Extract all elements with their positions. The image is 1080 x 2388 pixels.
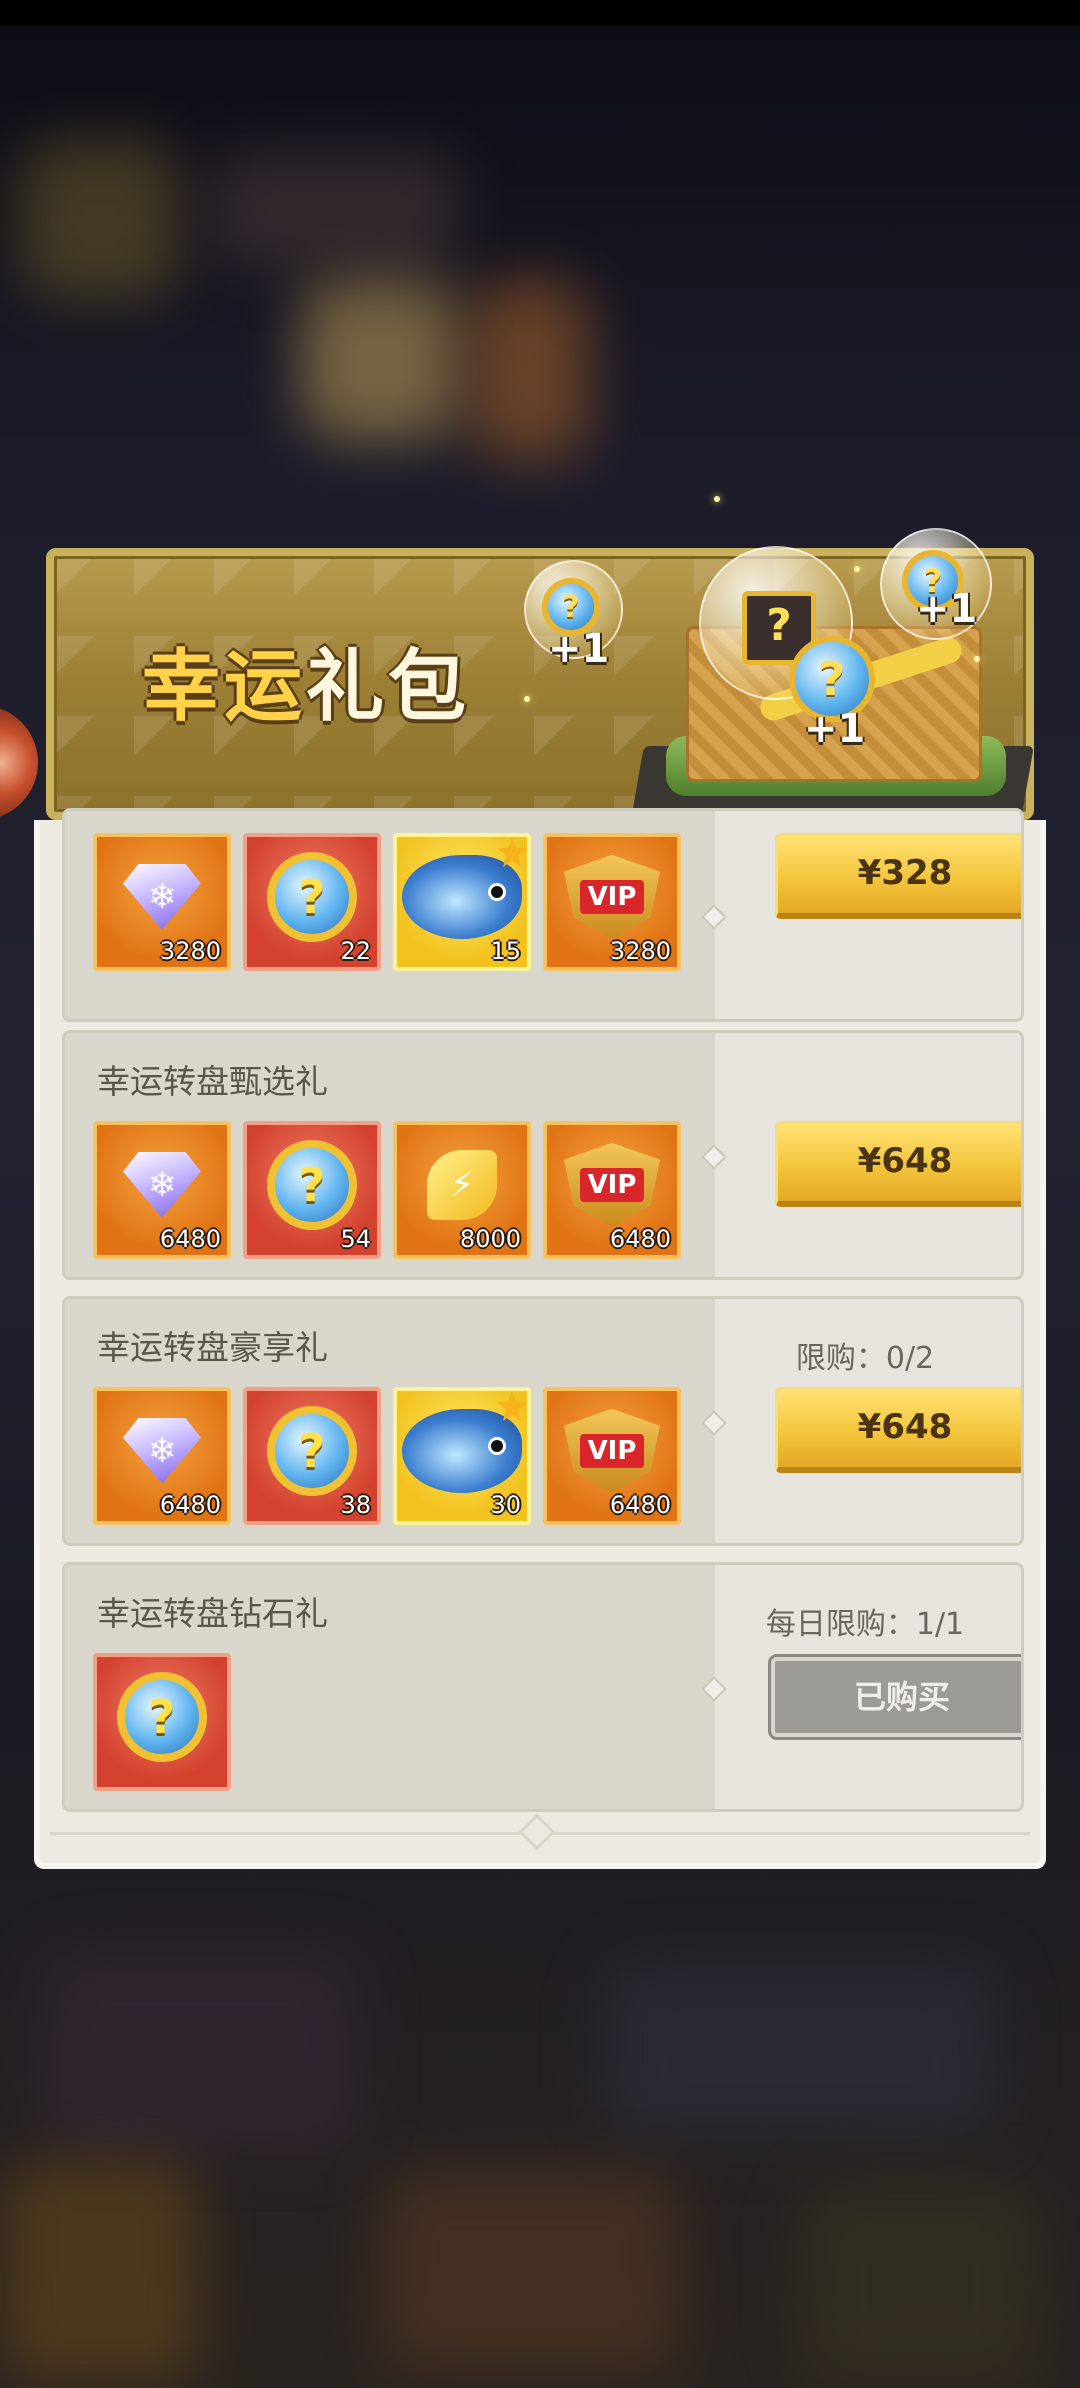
lucky-gift-panel: 幸运礼包 ? ? +1 ? +1 ? +1 ❄ 3280 ? 22 15 VIP… xyxy=(34,496,1046,1869)
reward-item[interactable]: ? 38 xyxy=(243,1387,381,1525)
pack-row: ❄ 3280 ? 22 15 VIP 3280 ¥328 xyxy=(62,808,1024,1022)
reward-item[interactable]: ⚡ 8000 xyxy=(393,1121,531,1259)
plus-one-badge: +1 xyxy=(804,706,866,752)
vip-badge-icon: VIP xyxy=(564,1142,660,1227)
reward-item[interactable]: ? xyxy=(93,1653,231,1791)
purchase-limit: 每日限购：1/1 xyxy=(765,1607,965,1642)
lucky-coin-icon: ? xyxy=(267,1139,357,1230)
lucky-coin-icon: ? xyxy=(117,1671,207,1762)
pack-name: 幸运转盘甄选礼 xyxy=(97,1062,328,1101)
diamond-icon: ❄ xyxy=(123,1151,201,1218)
plus-one-badge: +1 xyxy=(916,586,978,632)
diamond-icon: ❄ xyxy=(123,863,201,930)
fish-pet-icon xyxy=(402,854,522,939)
panel-title: 幸运礼包 xyxy=(142,642,471,732)
reward-item[interactable]: VIP 6480 xyxy=(543,1387,681,1525)
pack-list: ❄ 3280 ? 22 15 VIP 3280 ¥328 幸运转盘甄选礼 ❄ 6… xyxy=(34,808,1046,1869)
buy-button[interactable]: ¥648 xyxy=(775,1121,1021,1207)
panel-header: 幸运礼包 ? ? +1 ? +1 ? +1 xyxy=(46,496,1034,836)
reward-item[interactable]: ❄ 6480 xyxy=(93,1121,231,1259)
reward-item[interactable]: ❄ 3280 xyxy=(93,833,231,971)
buy-button[interactable]: ¥648 xyxy=(775,1387,1021,1473)
gold-leaf-icon: ⚡ xyxy=(427,1149,497,1220)
vip-badge-icon: VIP xyxy=(564,854,660,939)
lucky-coin-icon: ? xyxy=(267,851,357,942)
diamond-icon: ❄ xyxy=(123,1417,201,1484)
lucky-coin-icon: ? xyxy=(267,1405,357,1496)
plus-one-badge: +1 xyxy=(548,626,610,672)
reward-item[interactable]: VIP 3280 xyxy=(543,833,681,971)
reward-item[interactable]: ? 22 xyxy=(243,833,381,971)
reward-item[interactable]: 30 xyxy=(393,1387,531,1525)
purchase-limit: 限购：0/2 xyxy=(795,1341,935,1376)
status-bar xyxy=(0,0,1080,26)
reward-item[interactable]: 15 xyxy=(393,833,531,971)
fish-pet-icon xyxy=(402,1408,522,1493)
pack-row: 幸运转盘甄选礼 ❄ 6480 ? 54 ⚡ 8000 VIP 6480 ¥648 xyxy=(62,1030,1024,1280)
vip-badge-icon: VIP xyxy=(564,1408,660,1493)
pack-row: 幸运转盘钻石礼 每日限购：1/1 ? 已购买 xyxy=(62,1562,1024,1812)
buy-button[interactable]: ¥328 xyxy=(775,833,1021,919)
reward-item[interactable]: ❄ 6480 xyxy=(93,1387,231,1525)
reward-item[interactable]: VIP 6480 xyxy=(543,1121,681,1259)
purchased-button[interactable]: 已购买 xyxy=(768,1654,1021,1740)
pack-row: 幸运转盘豪享礼 限购：0/2 ❄ 6480 ? 38 30 VIP 6480 ¥… xyxy=(62,1296,1024,1546)
pack-name: 幸运转盘豪享礼 xyxy=(97,1328,328,1367)
reward-item[interactable]: ? 54 xyxy=(243,1121,381,1259)
pack-name: 幸运转盘钻石礼 xyxy=(97,1594,328,1633)
